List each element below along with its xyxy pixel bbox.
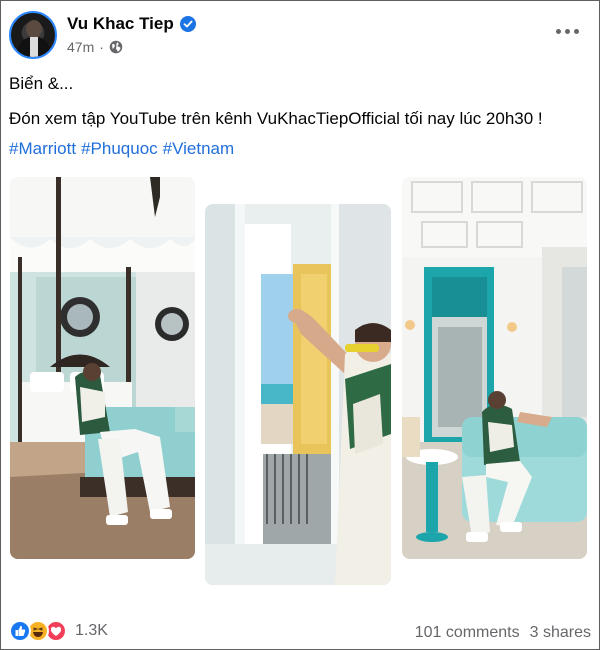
reactions-summary[interactable]: 1.3K [9,620,108,642]
post-card: Vu Khac Tiep 47m · Biển &... Đón xem tập… [0,0,600,650]
post-text-line-2: Đón xem tập YouTube trên kênh VuKhacTiep… [9,109,543,128]
like-icon [9,620,31,642]
avatar-shirt [30,37,38,57]
photo-bedroom[interactable] [10,177,195,559]
author-avatar[interactable] [9,11,57,59]
photo-bedroom-image [10,177,195,559]
hashtags: #Marriott #Phuquoc #Vietnam [9,139,234,159]
post-footer: 1.3K 101 comments 3 shares [1,616,600,650]
author-row: Vu Khac Tiep [67,13,196,35]
verified-badge-icon [179,16,196,32]
photo-window-image [205,204,391,585]
meta-separator: · [99,39,104,55]
hashtag-marriott[interactable]: #Marriott [9,139,76,159]
post-text-line-1: Biển &... [9,74,74,93]
author-name[interactable]: Vu Khac Tiep [67,14,174,34]
more-dot-icon [564,28,570,34]
avatar-head [26,20,42,38]
more-dot-icon [573,28,579,34]
post-text: Biển &... Đón xem tập YouTube trên kênh … [9,73,593,130]
shares-count[interactable]: 3 shares [530,624,591,642]
hashtag-vietnam[interactable]: #Vietnam [163,139,235,159]
globe-icon[interactable] [109,40,123,54]
post-header: Vu Khac Tiep 47m · [9,11,593,61]
photo-living-room[interactable] [402,177,587,559]
hashtag-phuquoc[interactable]: #Phuquoc [81,139,158,159]
more-options-button[interactable] [549,19,585,43]
post-timestamp[interactable]: 47m [67,39,94,55]
photo-living-room-image [402,177,587,559]
engagement-stats: 101 comments 3 shares [415,624,591,642]
reaction-count[interactable]: 1.3K [75,622,108,640]
more-dot-icon [555,28,561,34]
post-meta: 47m · [67,39,123,55]
photo-window[interactable] [205,204,391,585]
comments-count[interactable]: 101 comments [415,624,520,642]
